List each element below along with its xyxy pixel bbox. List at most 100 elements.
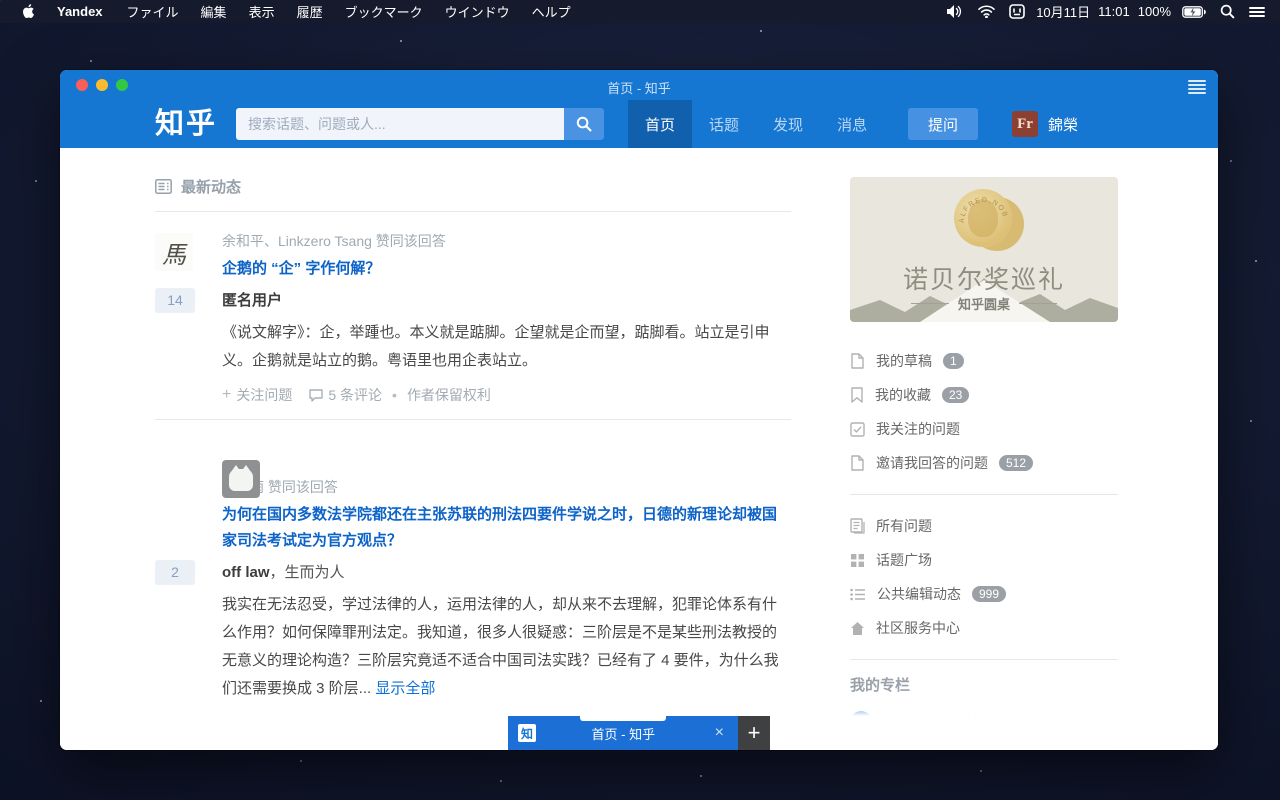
menubar-app-name[interactable]: Yandex [44,4,116,19]
nav-messages[interactable]: 消息 [820,100,884,148]
battery-percent[interactable]: 100% [1138,4,1171,19]
browser-window: 首页 - 知乎 知乎 首页 话题 发现 消息 提问 Fr 錦榮 [60,70,1218,750]
menubar-help[interactable]: ヘルプ [521,2,582,21]
traffic-lights [76,79,128,91]
sidebar-item-collections[interactable]: 我的收藏 23 [850,378,1118,412]
user-menu[interactable]: Fr 錦榮 [1012,111,1078,137]
count-badge: 23 [942,387,969,403]
sidebar-item-drafts[interactable]: 我的草稿 1 [850,344,1118,378]
feed-icon [155,179,172,194]
comments-button[interactable]: 5 条评论 [309,385,382,405]
spotlight-search-icon[interactable] [1217,4,1238,19]
nobel-roundtable-banner[interactable]: ALFRED.NOBEL 诺贝尔奖巡礼 知乎圆桌 [850,177,1118,322]
item-actions: +关注问题 5 条评论 • 作者保留权利 [222,385,791,405]
rights-label: 作者保留权利 [407,385,491,405]
vote-count-badge[interactable]: 14 [155,288,195,313]
window-titlebar[interactable]: 首页 - 知乎 [60,70,1218,100]
user-avatar[interactable]: Fr [1012,111,1038,137]
feed-item: 王梦雨 赞同该回答 为何在国内多数法学院都还在主张苏联的刑法四要件学说之时，日德… [155,420,791,748]
separator-dot: • [392,387,397,403]
nav-home[interactable]: 首页 [628,100,692,148]
battery-icon[interactable] [1179,6,1209,18]
author-bio: ，生而为人 [270,564,345,581]
questions-icon [850,518,865,534]
volume-icon[interactable] [944,5,967,18]
browser-bottom-bar: 知 首页 - 知乎 × + [60,716,1218,750]
new-tab-button[interactable]: + [738,716,770,750]
zhihu-favicon: 知 [518,724,536,742]
count-badge: 999 [972,586,1006,602]
menubar-date[interactable]: 10月11日 [1036,2,1090,21]
menubar-bookmarks[interactable]: ブックマーク [334,2,434,21]
author-name[interactable]: off law [222,564,270,581]
sidebar: ALFRED.NOBEL 诺贝尔奖巡礼 知乎圆桌 我的草稿 1 [850,148,1118,733]
voter-avatar-horse[interactable]: 馬 [155,233,193,271]
notification-center-icon[interactable] [1246,6,1268,18]
search-icon [576,116,592,132]
banner-title: 诺贝尔奖巡礼 [850,260,1118,296]
divider [850,494,1118,495]
sidebar-item-invited-questions[interactable]: 邀请我回答的问题 512 [850,446,1118,480]
author-row: 2 off law，生而为人 [222,560,791,585]
count-badge: 512 [999,455,1033,471]
zhihu-header: 知乎 首页 话题 发现 消息 提问 Fr 錦榮 [60,100,1218,148]
voter-avatar-cat[interactable] [222,460,260,498]
follow-question-button[interactable]: +关注问题 [222,385,292,405]
wifi-icon[interactable] [975,5,998,18]
vote-count-badge[interactable]: 2 [155,560,195,585]
tab-zhihu-home[interactable]: 知 首页 - 知乎 × [508,716,738,750]
main-nav: 首页 话题 发现 消息 [628,100,884,148]
apple-menu[interactable] [14,4,44,19]
show-all-link[interactable]: 显示全部 [375,680,435,697]
sidebar-item-topic-square[interactable]: 话题广场 [850,543,1118,577]
medal-inscription: ALFRED.NOBEL [954,189,1012,247]
author-row: 14 匿名用户 [222,288,791,313]
home-icon [850,621,865,636]
tab-close-icon[interactable]: × [711,725,728,741]
nav-topics[interactable]: 话题 [692,100,756,148]
feed-column: 最新动态 馬 余和平、Linkzero Tsang 赞同该回答 企鹅的 “企” … [155,148,791,750]
author-name[interactable]: 匿名用户 [222,292,282,309]
sidebar-item-followed-questions[interactable]: 我关注的问题 [850,412,1118,446]
answer-excerpt: 我实在无法忍受，学过法律的人，运用法律的人，却从来不去理解，犯罪论体系有什么作用… [222,591,791,703]
nav-explore[interactable]: 发现 [756,100,820,148]
tab-handle[interactable] [580,716,666,721]
search-bar [236,108,604,140]
feed-item: 馬 余和平、Linkzero Tsang 赞同该回答 企鹅的 “企” 字作何解？… [155,212,791,420]
count-badge: 1 [943,353,964,369]
input-method-icon[interactable] [1006,4,1028,19]
tab-title: 首页 - 知乎 [536,724,711,743]
grid-icon [850,553,865,568]
menubar-time[interactable]: 11:01 [1098,4,1130,19]
answer-excerpt: 《说文解字》：企，举踵也。本义就是踮脚。企望就是企而望，踮脚看。站立是引申义。企… [222,319,791,375]
browser-menu-icon[interactable] [1188,78,1206,96]
plus-icon: + [222,387,231,403]
sidebar-item-all-questions[interactable]: 所有问题 [850,509,1118,543]
username: 錦榮 [1048,114,1078,135]
search-input[interactable] [236,108,564,140]
question-link[interactable]: 为何在国内多数法学院都还在主张苏联的刑法四要件学说之时，日德的新理论却被国家司法… [222,502,791,554]
sidebar-menu-primary: 我的草稿 1 我的收藏 23 我关注的问题 邀请我回答的问题 512 [850,344,1118,480]
zoom-window-button[interactable] [116,79,128,91]
menubar-edit[interactable]: 編集 [190,2,238,21]
sidebar-item-public-edits[interactable]: 公共编辑动态 999 [850,577,1118,611]
bookmark-icon [850,387,864,403]
feed-item-meta: 余和平、Linkzero Tsang 赞同该回答 [222,231,791,251]
feed-header: 最新动态 [155,148,791,212]
page-content: 最新动态 馬 余和平、Linkzero Tsang 赞同该回答 企鹅的 “企” … [60,148,1218,750]
minimize-window-button[interactable] [96,79,108,91]
divider [850,659,1118,660]
zhihu-logo[interactable]: 知乎 [155,110,217,139]
menubar-file[interactable]: ファイル [116,2,190,21]
menubar-history[interactable]: 履歴 [286,2,334,21]
close-window-button[interactable] [76,79,88,91]
ask-question-button[interactable]: 提问 [908,108,978,140]
banner-subtitle: 知乎圆桌 [850,294,1118,313]
menubar-window[interactable]: ウインドウ [434,2,521,21]
tab-strip: 知 首页 - 知乎 × + [508,716,770,750]
question-link[interactable]: 企鹅的 “企” 字作何解？ [222,256,791,282]
sidebar-item-community-service[interactable]: 社区服务中心 [850,611,1118,645]
search-button[interactable] [564,108,604,140]
menubar-view[interactable]: 表示 [238,2,286,21]
macos-menubar: Yandex ファイル 編集 表示 履歴 ブックマーク ウインドウ ヘルプ 10… [0,0,1280,23]
